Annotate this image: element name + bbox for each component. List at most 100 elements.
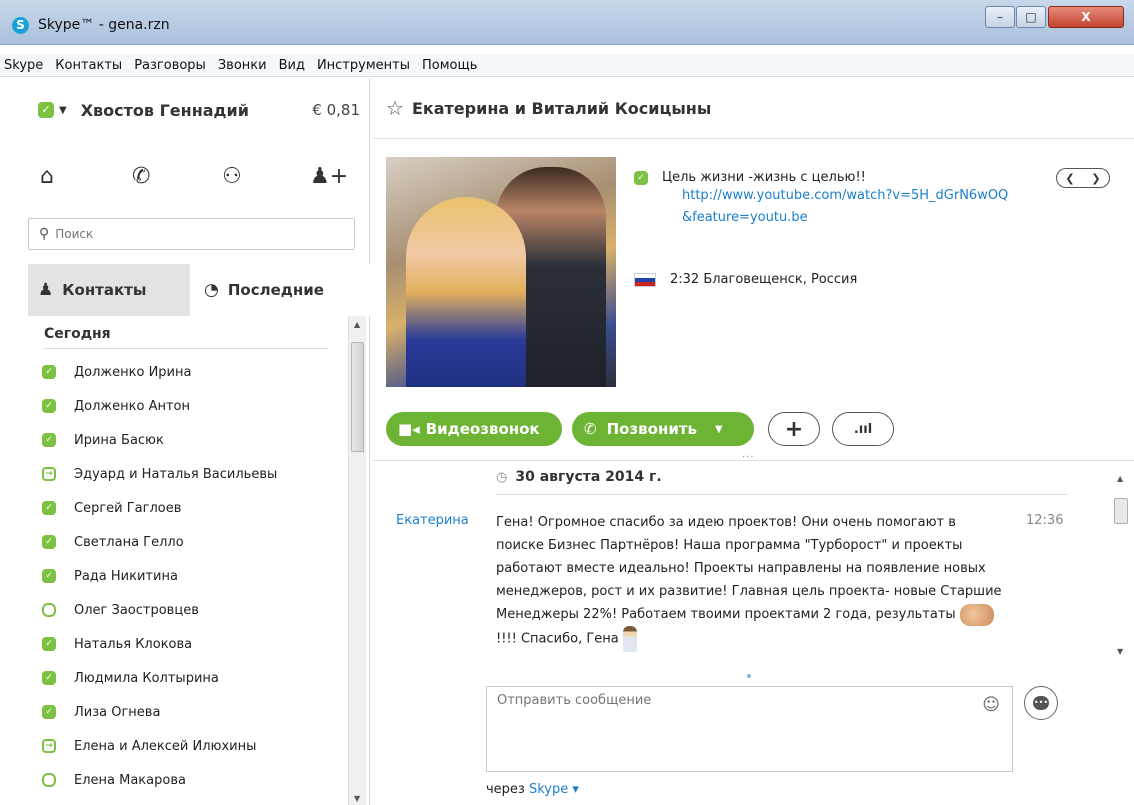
scroll-down-icon[interactable]: ▼: [354, 794, 360, 803]
list-item[interactable]: → Эдуард и Наталья Васильевы: [42, 462, 277, 486]
message-compose[interactable]: ☺: [486, 686, 1013, 772]
emoticon-icon[interactable]: ☺: [982, 695, 1000, 715]
header-divider: [372, 138, 1134, 139]
contact-name: Рада Никитина: [74, 568, 178, 584]
minimize-button[interactable]: –: [985, 6, 1015, 28]
scroll-down-icon[interactable]: ▼: [1117, 647, 1123, 656]
via-prefix: через: [486, 782, 525, 797]
mood-link-continued[interactable]: &feature=youtu.be: [682, 207, 1054, 229]
online-status-icon: ✓: [42, 501, 56, 515]
scrollbar-thumb[interactable]: [1114, 498, 1128, 524]
maximize-button[interactable]: □: [1016, 6, 1046, 28]
contact-list: Сегодня ✓ Долженко Ирина ✓ Долженко Анто…: [28, 316, 370, 805]
send-via[interactable]: через Skype ▾: [486, 782, 579, 797]
profile-header[interactable]: ✓ ▼ Хвостов Геннадий € 0,81: [38, 98, 370, 122]
conversation-header: ☆ Екатерина и Виталий Косицыны: [386, 96, 711, 120]
date-divider: [496, 494, 1068, 495]
message-text: Гена! Огромное спасибо за идею проектов!…: [496, 511, 1006, 652]
chevron-left-icon[interactable]: ❮: [1065, 172, 1074, 185]
message-time: 12:36: [1026, 513, 1064, 528]
message-body: Гена! Огромное спасибо за идею проектов!…: [496, 515, 1002, 622]
left-panel: ✓ ▼ Хвостов Геннадий € 0,81 ⌂ ✆ ⚇ ♟+ ⚲ ♟…: [14, 78, 370, 805]
panel-resize-handle[interactable]: · · ·: [362, 437, 366, 458]
offline-status-icon: [42, 773, 56, 787]
list-section-header: Сегодня: [44, 326, 328, 349]
menu-contacts[interactable]: Контакты: [55, 58, 122, 73]
menu-calls[interactable]: Звонки: [218, 58, 267, 73]
home-icon[interactable]: ⌂: [40, 164, 54, 189]
menu-view[interactable]: Вид: [279, 58, 305, 73]
local-time-location: 2:32 Благовещенск, Россия: [670, 272, 858, 287]
phone-icon: ✆: [584, 420, 597, 438]
add-button[interactable]: +: [768, 412, 820, 446]
muscle-emoticon-icon: [959, 603, 994, 626]
list-item[interactable]: ✓ Долженко Ирина: [42, 360, 191, 384]
call-button[interactable]: ✆ Позвонить ▼: [572, 412, 754, 446]
offline-status-icon: [42, 603, 56, 617]
profile-name[interactable]: Хвостов Геннадий: [81, 101, 249, 120]
chat-scrollbar[interactable]: ▲ ▼: [1112, 462, 1130, 664]
chevron-down-icon[interactable]: ▼: [59, 105, 67, 116]
menu-skype[interactable]: Skype: [4, 58, 43, 73]
add-contact-icon[interactable]: ♟+: [310, 164, 348, 189]
contact-list-scrollbar[interactable]: ▲ ▼: [348, 316, 366, 805]
list-item[interactable]: ✓ Долженко Антон: [42, 394, 190, 418]
mood-text: Цель жизни -жизнь с целью!!: [662, 170, 866, 185]
tab-recent-label: Последние: [227, 281, 324, 299]
profile-pager[interactable]: ❮ ❯: [1056, 168, 1110, 188]
via-service[interactable]: Skype: [529, 782, 568, 797]
skype-credit[interactable]: € 0,81: [312, 101, 360, 119]
menu-help[interactable]: Помощь: [422, 58, 477, 73]
list-item[interactable]: ✓ Светлана Гелло: [42, 530, 184, 554]
group-icon[interactable]: ⚇: [222, 164, 242, 189]
star-icon[interactable]: ☆: [386, 96, 404, 120]
list-item[interactable]: ✓ Наталья Клокова: [42, 632, 192, 656]
send-message-icon: •••: [1033, 696, 1049, 710]
scroll-up-icon[interactable]: ▲: [354, 320, 360, 329]
list-item[interactable]: ✓ Рада Никитина: [42, 564, 178, 588]
contact-photo: [386, 157, 616, 387]
video-camera-icon: ■◂: [398, 420, 420, 438]
list-item[interactable]: ✓ Сергей Гаглоев: [42, 496, 181, 520]
search-box[interactable]: ⚲: [28, 218, 355, 250]
list-item[interactable]: ✓ Людмила Колтырина: [42, 666, 219, 690]
mood-line: ✓ Цель жизни -жизнь с целью!!: [634, 170, 1054, 185]
online-status-icon: ✓: [42, 705, 56, 719]
online-status-icon: ✓: [634, 170, 648, 185]
menu-bar: Skype Контакты Разговоры Звонки Вид Инст…: [0, 54, 1134, 77]
send-button[interactable]: •••: [1024, 686, 1058, 720]
online-status-icon[interactable]: ✓: [38, 102, 54, 118]
tab-contacts[interactable]: ♟ Контакты: [28, 264, 190, 316]
message-input[interactable]: [487, 687, 967, 767]
contact-name: Светлана Гелло: [74, 534, 184, 550]
menu-tools[interactable]: Инструменты: [317, 58, 410, 73]
contact-name: Эдуард и Наталья Васильевы: [74, 466, 278, 482]
close-button[interactable]: X: [1048, 6, 1124, 28]
mood-link[interactable]: http://www.youtube.com/watch?v=5H_dGrN6w…: [682, 185, 1054, 207]
search-input[interactable]: [55, 227, 326, 241]
russia-flag-icon: [634, 272, 656, 287]
tab-recent[interactable]: ◔ Последние: [190, 264, 370, 316]
menu-conversations[interactable]: Разговоры: [134, 58, 206, 73]
list-item[interactable]: ✓ Лиза Огнева: [42, 700, 160, 724]
list-item[interactable]: ✓ Ирина Басюк: [42, 428, 164, 452]
message-sender[interactable]: Екатерина: [396, 513, 469, 528]
list-item[interactable]: Олег Заостровцев: [42, 598, 199, 622]
contact-name: Елена и Алексей Илюхины: [74, 738, 257, 754]
online-status-icon: ✓: [42, 569, 56, 583]
forwarding-status-icon: →: [42, 467, 56, 481]
conversation-title: Екатерина и Виталий Косицыны: [411, 98, 712, 118]
person-icon: ♟: [38, 280, 54, 300]
chevron-down-icon[interactable]: ▾: [572, 782, 579, 797]
phone-icon[interactable]: ✆: [132, 164, 150, 189]
list-item[interactable]: → Елена и Алексей Илюхины: [42, 734, 256, 758]
list-item[interactable]: Елена Макарова: [42, 768, 186, 792]
video-call-label: Видеозвонок: [425, 420, 540, 438]
chevron-right-icon[interactable]: ❯: [1091, 172, 1100, 185]
clock-icon: ◔: [204, 280, 219, 300]
video-call-button[interactable]: ■◂ Видеозвонок: [386, 412, 562, 446]
chevron-down-icon[interactable]: ▼: [715, 424, 723, 435]
scroll-up-icon[interactable]: ▲: [1117, 474, 1123, 483]
online-status-icon: ✓: [42, 671, 56, 685]
call-quality-button[interactable]: .ııl: [832, 412, 894, 446]
